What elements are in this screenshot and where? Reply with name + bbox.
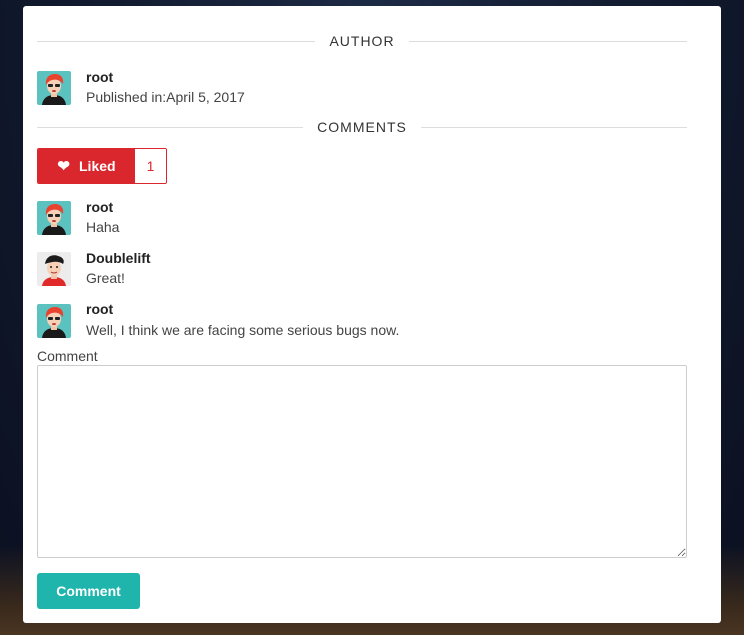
like-button-label-area[interactable]: ❤ Liked [38,149,135,183]
comment-submit-button[interactable]: Comment [37,573,140,609]
comment-avatar-icon[interactable] [37,201,71,235]
author-divider: AUTHOR [37,31,687,51]
comment-avatar-icon[interactable] [37,252,71,286]
comment-text: Haha [86,219,120,235]
author-heading: AUTHOR [329,33,395,49]
published-date: April 5, 2017 [166,89,245,105]
published-prefix: Published in: [86,89,167,105]
comments-divider: COMMENTS [37,117,688,137]
like-button[interactable]: ❤ Liked 1 [37,148,167,184]
comment-text: Well, I think we are facing some serious… [86,322,400,338]
comment-author[interactable]: root [86,199,113,215]
author-avatar-icon[interactable] [37,71,71,105]
comment-textarea[interactable] [37,365,687,558]
divider-line [37,126,304,128]
comments-heading: COMMENTS [317,119,407,135]
comment-author[interactable]: Doublelift [86,250,151,266]
divider-line [420,126,688,128]
comment-text: Great! [86,270,125,286]
divider-line [408,40,687,42]
like-count: 1 [135,149,166,183]
comment-label: Comment [37,348,98,364]
comment-author[interactable]: root [86,301,113,317]
author-name[interactable]: root [86,69,113,85]
divider-line [37,40,316,42]
like-label: Liked [79,158,116,174]
post-panel: AUTHOR root Published in:April 5, 2017 C… [23,6,721,623]
heart-icon: ❤ [57,157,70,175]
author-published: Published in:April 5, 2017 [86,89,245,105]
comment-avatar-icon[interactable] [37,304,71,338]
